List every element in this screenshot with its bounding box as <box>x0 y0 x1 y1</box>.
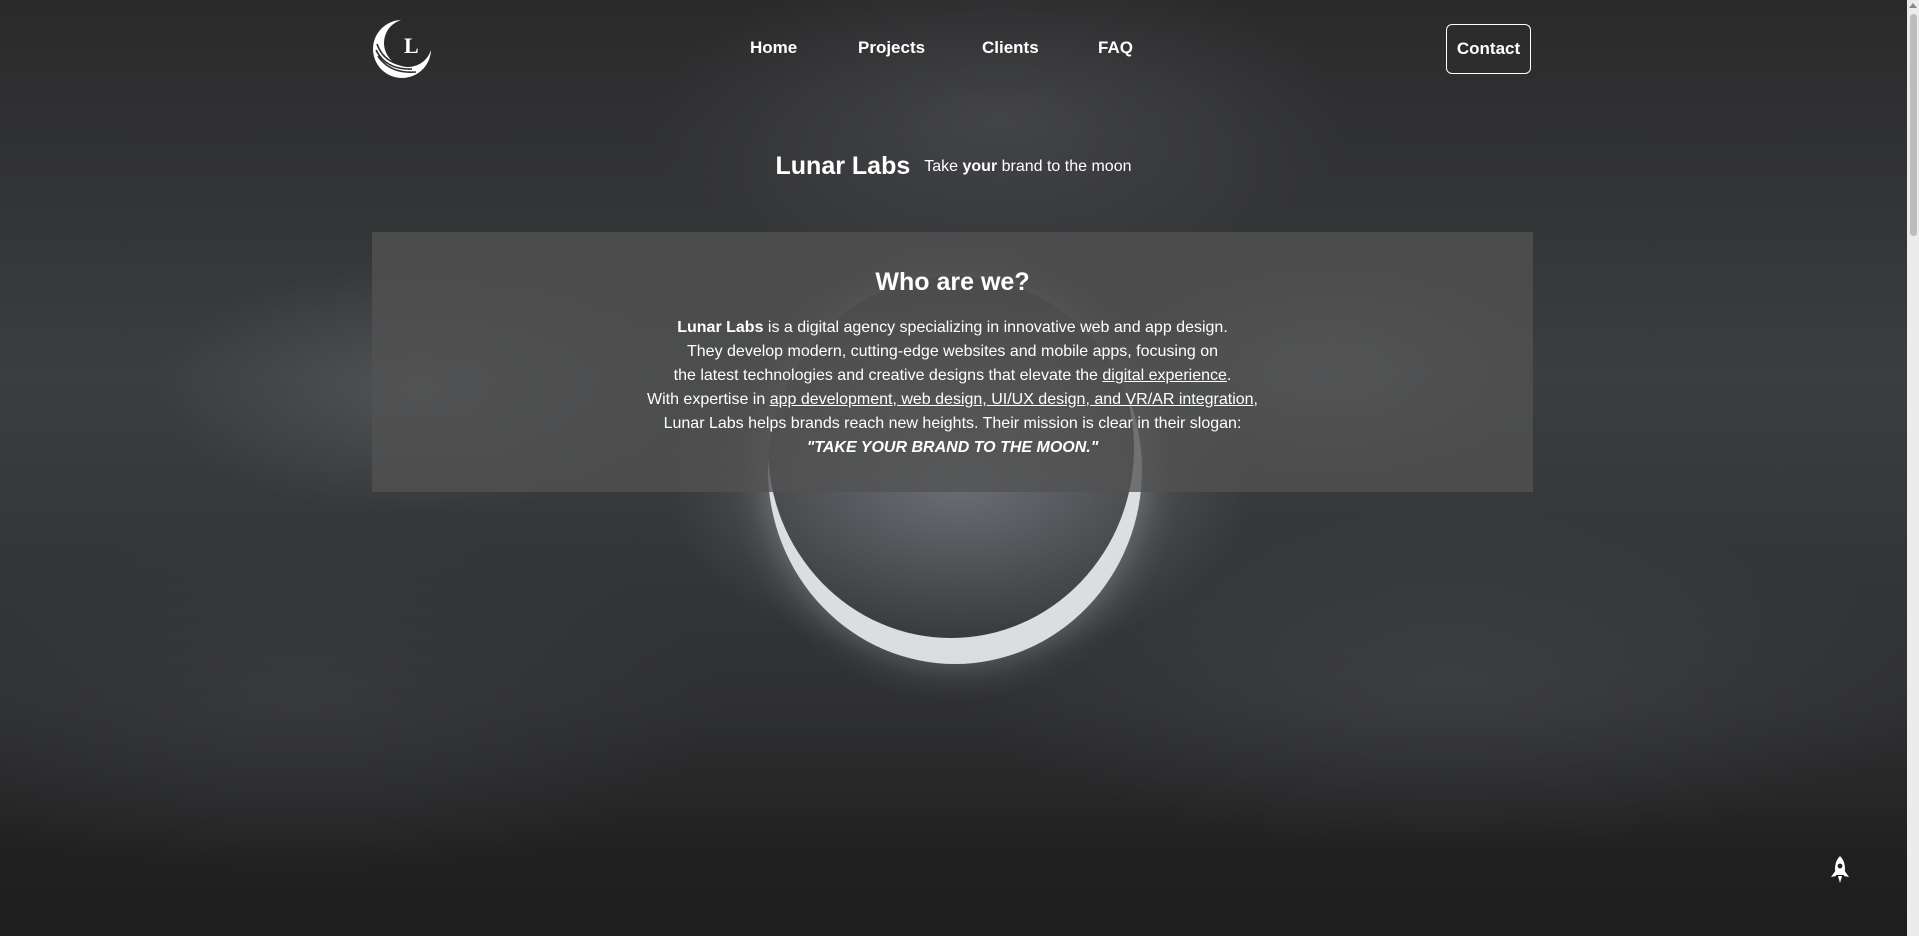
nav-clients[interactable]: Clients <box>982 38 1039 58</box>
scroll-up-arrow-icon[interactable] <box>1909 3 1917 8</box>
about-line-3-pre: the latest technologies and creative des… <box>673 367 1103 384</box>
logo-letter: L <box>404 33 419 58</box>
about-line-4: With expertise in app development, web d… <box>372 388 1533 412</box>
about-line-4-post: , <box>1253 391 1258 408</box>
tagline-pre: Take <box>924 157 963 175</box>
rocket-icon[interactable] <box>1827 855 1853 885</box>
scroll-thumb[interactable] <box>1910 14 1917 236</box>
contact-button[interactable]: Contact <box>1446 24 1531 74</box>
about-line-1: Lunar Labs is a digital agency specializ… <box>372 316 1533 340</box>
nav-faq[interactable]: FAQ <box>1098 38 1133 58</box>
expertise-link[interactable]: app development, web design, UI/UX desig… <box>770 391 1254 408</box>
about-brand-bold: Lunar Labs <box>677 319 764 336</box>
tagline: Take your brand to the moon <box>924 158 1131 175</box>
about-line-1-rest: is a digital agency specializing in inno… <box>763 319 1228 336</box>
about-line-2: They develop modern, cutting-edge websit… <box>687 343 1218 360</box>
about-text: Lunar Labs is a digital agency specializ… <box>372 316 1533 460</box>
lunar-labs-logo-icon[interactable]: L <box>372 18 432 80</box>
nav-home[interactable]: Home <box>750 38 797 58</box>
about-line-3-post: . <box>1226 367 1232 384</box>
nav-projects[interactable]: Projects <box>858 38 925 58</box>
about-panel: Who are we? Lunar Labs is a digital agen… <box>372 232 1533 492</box>
tagline-bold: your <box>962 157 998 175</box>
about-line-5: Lunar Labs helps brands reach new height… <box>663 415 1242 432</box>
digital-experience-link[interactable]: digital experience <box>1102 367 1227 384</box>
about-line-3: the latest technologies and creative des… <box>372 364 1533 388</box>
about-line-4-pre: With expertise in <box>646 391 770 408</box>
brand-name: Lunar Labs <box>775 152 911 180</box>
about-title: Who are we? <box>875 268 1030 296</box>
slogan: "TAKE YOUR BRAND TO THE MOON." <box>806 439 1099 456</box>
hero-heading: Lunar Labs Take your brand to the moon <box>0 152 1907 181</box>
scrollbar[interactable] <box>1907 0 1919 936</box>
tagline-post: brand to the moon <box>997 157 1132 175</box>
